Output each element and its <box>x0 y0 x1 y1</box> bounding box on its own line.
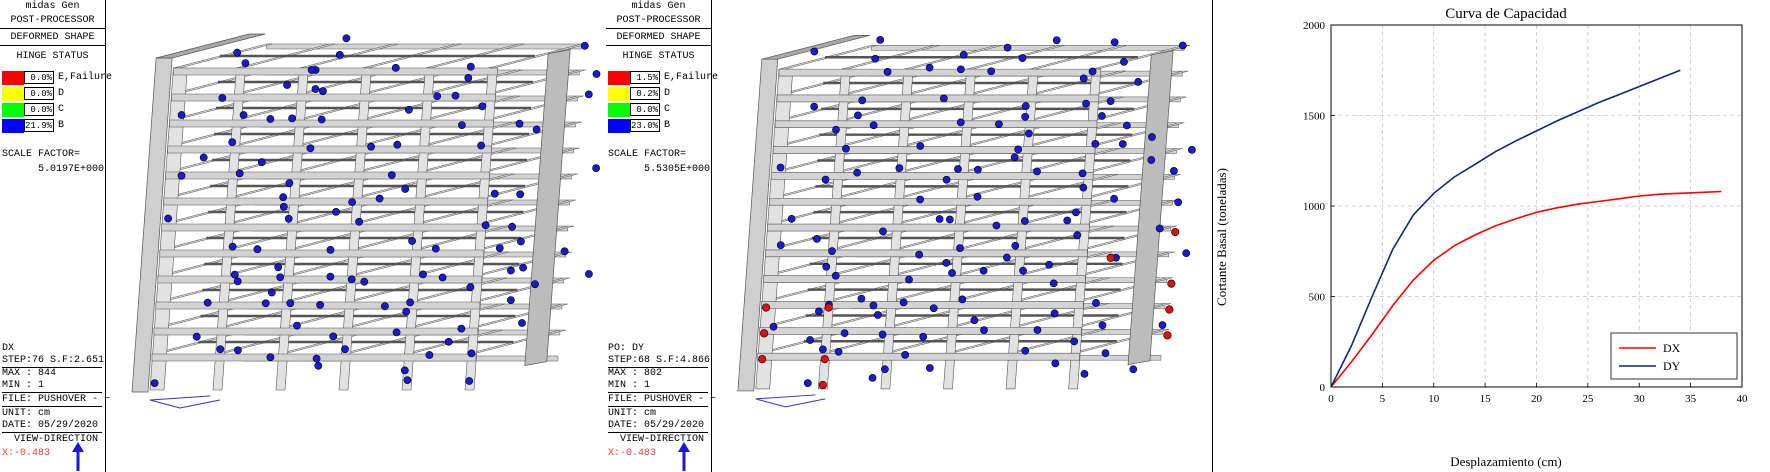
view-coordinate: X:-0.483 <box>608 448 657 459</box>
y-axis-label: Cortante Basal (toneladas) <box>1214 168 1229 306</box>
step-info: STEP:76 S.F:2.651 <box>2 355 105 368</box>
file-name: FILE: PUSHOVER - ~ <box>608 394 717 407</box>
legend-row-d: 0.0% D <box>0 86 105 102</box>
scale-factor-label: SCALE FACTOR= <box>608 149 687 160</box>
legend-pct: 0.0% <box>24 87 54 100</box>
legend-pct: 0.0% <box>630 103 660 116</box>
legend-label: D <box>58 88 65 99</box>
hinge-status-title: HINGE STATUS <box>622 51 695 62</box>
x-tick-label: 25 <box>1582 393 1594 405</box>
x-tick-label: 5 <box>1380 393 1386 405</box>
module-name: POST-PROCESSOR <box>606 14 711 29</box>
y-tick-label: 0 <box>1320 382 1326 394</box>
y-tick-label: 2000 <box>1303 20 1326 32</box>
hinge-status-title: HINGE STATUS <box>16 51 89 62</box>
legend-column: midas Gen POST-PROCESSOR DEFORMED SHAPE … <box>0 0 112 472</box>
legend-label: D <box>664 88 671 99</box>
legend-row-e: 0.0% E,Failure <box>0 70 112 86</box>
file-name: FILE: PUSHOVER - ~ <box>2 394 111 407</box>
x-axis-label: Desplazamiento (cm) <box>1450 454 1562 469</box>
legend-pct: 0.0% <box>24 71 54 84</box>
date-label: DATE: 05/29/2020 <box>608 419 708 433</box>
legend-swatch <box>2 119 24 133</box>
y-tick-label: 1500 <box>1303 111 1326 123</box>
scale-factor-value: 5.5305E+000 <box>644 164 711 175</box>
legend-column: midas Gen POST-PROCESSOR DEFORMED SHAPE … <box>606 0 718 472</box>
legend-pct: 21.9% <box>24 119 54 132</box>
legend-label: C <box>58 104 65 115</box>
legend-label: C <box>664 104 671 115</box>
mode-name: DEFORMED SHAPE <box>606 31 711 46</box>
legend-pct: 0.2% <box>630 87 660 100</box>
mode-name: DEFORMED SHAPE <box>0 31 105 46</box>
x-tick-label: 35 <box>1685 393 1697 405</box>
legend-swatch <box>2 87 24 101</box>
legend-row-e: 1.5% E,Failure <box>606 70 718 86</box>
module-name: POST-PROCESSOR <box>0 14 105 29</box>
legend-row-c: 0.0% C <box>0 102 105 118</box>
legend-pct: 1.5% <box>630 71 660 84</box>
y-tick-label: 500 <box>1309 292 1326 304</box>
legend-swatch <box>2 71 24 85</box>
min-value: MIN : 1 <box>608 379 708 393</box>
legend-pct: 0.0% <box>24 103 54 116</box>
view-arrow-icon <box>72 442 84 471</box>
y-tick-label: 1000 <box>1303 201 1326 213</box>
capacity-curve-chart: 0 5 10 15 20 25 30 35 40 0 500 1000 1500 2000 Curva d… <box>1214 0 1770 472</box>
legend-label: B <box>58 120 65 131</box>
legend-swatch <box>608 119 630 133</box>
x-tick-label: 15 <box>1480 393 1492 405</box>
date-label: DATE: 05/29/2020 <box>2 419 102 433</box>
scale-factor-value: 5.0197E+000 <box>38 164 105 175</box>
legend-entry-dy: DY <box>1663 359 1681 373</box>
legend-row-b: 23.0% B <box>606 118 711 134</box>
legend-row-d: 0.2% D <box>606 86 711 102</box>
view-arrow-icon <box>678 442 690 471</box>
chart-title: Curva de Capacidad <box>1445 6 1567 22</box>
x-tick-label: 20 <box>1531 393 1543 405</box>
midas-panel-dy-main: midas Gen POST-PROCESSOR DEFORMED SHAPE … <box>606 0 718 472</box>
x-tick-label: 0 <box>1328 393 1334 405</box>
view-coordinate: X:-0.483 <box>2 448 51 459</box>
step-info: STEP:68 S.F:4.866 <box>608 355 711 368</box>
min-value: MIN : 1 <box>2 379 102 393</box>
legend-label: E,Failure <box>664 72 719 83</box>
scale-factor-label: SCALE FACTOR= <box>2 149 81 160</box>
app-name: midas Gen <box>25 1 80 12</box>
legend-swatch <box>608 87 630 101</box>
x-tick-label: 30 <box>1634 393 1646 405</box>
legend-row-c: 0.0% C <box>606 102 711 118</box>
chart-legend: DX DY <box>1610 332 1738 380</box>
legend-entry-dx: DX <box>1663 341 1681 355</box>
legend-label: B <box>664 120 671 131</box>
legend-swatch <box>2 103 24 117</box>
panel-divider <box>1212 0 1213 472</box>
legend-pct: 23.0% <box>630 119 660 132</box>
x-tick-label: 10 <box>1428 393 1440 405</box>
legend-row-b: 21.9% B <box>0 118 105 134</box>
legend-swatch <box>608 71 630 85</box>
legend-label: E,Failure <box>58 72 113 83</box>
legend-swatch <box>608 103 630 117</box>
app-name: midas Gen <box>631 1 686 12</box>
x-tick-label: 40 <box>1737 393 1749 405</box>
